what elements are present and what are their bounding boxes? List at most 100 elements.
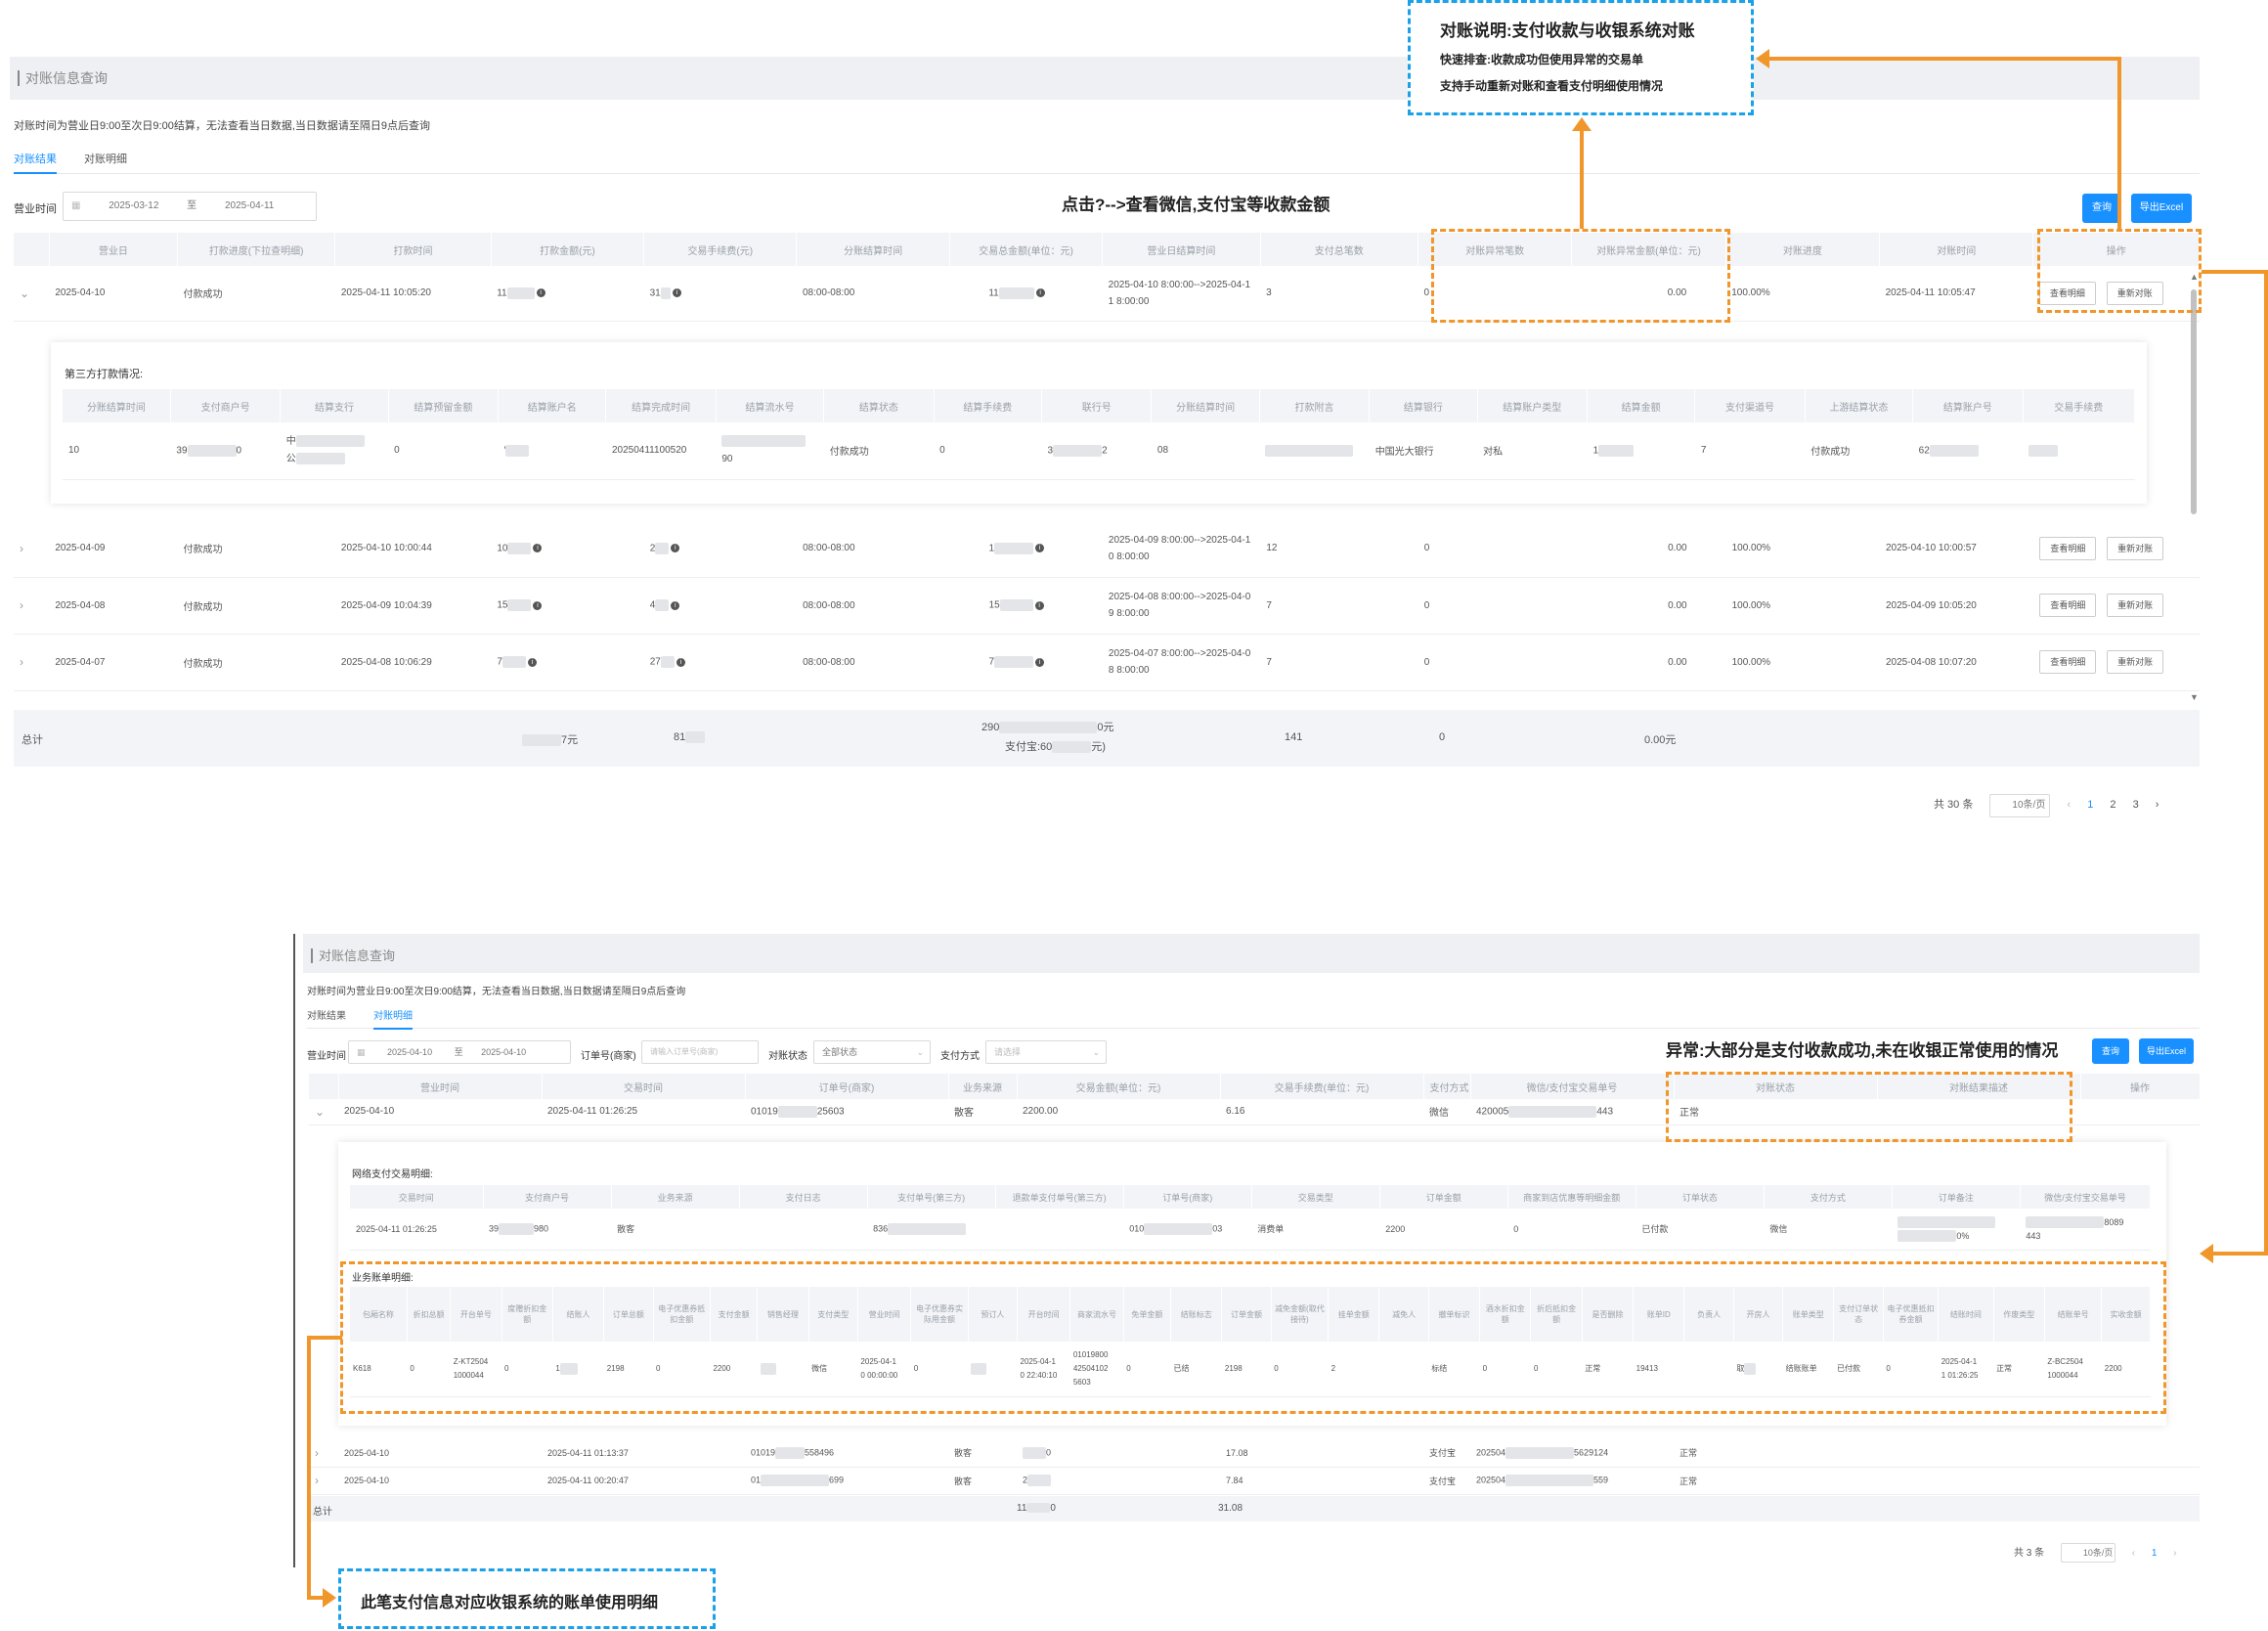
info-icon[interactable]: i	[527, 657, 537, 667]
tab-recon-detail[interactable]: 对账明细	[373, 1007, 413, 1030]
table-row: › 2025-04-10 2025-04-11 01:13:37 01019 55…	[309, 1439, 2200, 1468]
sub1-val: 010	[1129, 1223, 1145, 1234]
masked-value	[1897, 1216, 1996, 1229]
sub-th: 打款附言	[1259, 389, 1371, 422]
info-icon[interactable]: i	[671, 544, 680, 553]
cell-fee: 31 i	[643, 266, 797, 322]
re-recon-button[interactable]: 重新对账	[2107, 536, 2164, 560]
expand-toggle[interactable]: ⌄	[14, 266, 50, 322]
amount-value: 15	[497, 599, 508, 611]
bottom-tabs: 对账结果 对账明细	[307, 1007, 2200, 1030]
expand-toggle[interactable]: ›	[309, 1467, 338, 1495]
info-icon[interactable]: i	[676, 657, 685, 667]
page-size-select[interactable]: 10条/页	[2060, 1543, 2115, 1563]
expand-toggle[interactable]: ›	[14, 577, 50, 635]
sub-table: 分账结算时间 支付商户号 结算支行 结算预留金额 结算账户名 结算完成时间 结算流水号 结算状…	[63, 389, 2136, 480]
expand-toggle[interactable]: ›	[14, 520, 50, 578]
calendar-icon: ▦	[357, 1047, 366, 1057]
sub-val: 公	[285, 453, 296, 464]
bottom-export-button[interactable]: 导出Excel	[2139, 1038, 2194, 1064]
sub1-val: 836	[873, 1223, 889, 1234]
info-icon[interactable]: i	[536, 288, 545, 298]
tab-recon-detail[interactable]: 对账明细	[84, 151, 127, 172]
info-icon[interactable]: i	[533, 600, 543, 610]
tab-recon-result[interactable]: 对账结果	[14, 151, 57, 174]
page-1[interactable]: 1	[2087, 799, 2093, 811]
pagination-total: 共 3 条	[2014, 1548, 2045, 1559]
cell-fee: 4i	[643, 577, 798, 635]
cell-settle: 2025-04-09 8:00:00-->2025-04-1 0 8:00:00	[1102, 520, 1261, 578]
arrow-line	[2264, 270, 2268, 1254]
page-3[interactable]: 3	[2133, 799, 2139, 811]
next-page-icon[interactable]: ›	[2173, 1548, 2176, 1559]
top-scrollbar[interactable]: ▲ ▼	[2190, 272, 2199, 702]
th-action: 操作	[2080, 1074, 2201, 1099]
cell-pay: 支付宝	[1423, 1467, 1470, 1495]
sub-th: 结算账户号	[1912, 389, 2024, 422]
sub-cell: 0	[388, 422, 499, 480]
masked-value	[1023, 1446, 1046, 1459]
sub-th: 支付渠道号	[1694, 389, 1806, 422]
sub-cell: 39 0	[170, 422, 281, 480]
cell-count: 12	[1260, 520, 1418, 578]
pay-method-select[interactable]: 请选择 ⌄	[985, 1040, 1107, 1064]
info-icon[interactable]: i	[1035, 657, 1045, 667]
info-icon[interactable]: i	[533, 544, 543, 553]
bottom-panel-header: 对账信息查询	[303, 934, 2200, 973]
masked-value	[502, 656, 526, 668]
scroll-thumb[interactable]	[2191, 289, 2197, 514]
info-icon[interactable]: i	[1035, 288, 1045, 298]
chevron-right-icon: ›	[20, 541, 23, 555]
tab-recon-result[interactable]: 对账结果	[307, 1007, 346, 1028]
masked-value	[1265, 444, 1354, 457]
prev-page-icon[interactable]: ‹	[2132, 1548, 2135, 1559]
sub1-cell: 2025-04-11 01:26:25	[350, 1209, 484, 1251]
top-date-range[interactable]: ▦ 2025-03-12 至 2025-04-11	[63, 192, 317, 221]
page-1[interactable]: 1	[2152, 1548, 2158, 1559]
view-detail-button[interactable]: 查看明细	[2039, 650, 2097, 674]
top-export-button[interactable]: 导出Excel	[2131, 194, 2192, 223]
settle-line2: 8 8:00:00	[1108, 665, 1150, 676]
cell-action: 查看明细 重新对账	[2033, 520, 2200, 578]
re-recon-button[interactable]: 重新对账	[2107, 650, 2164, 674]
top-table: 营业日 打款进度(下拉查明细) 打款时间 打款金额(元) 交易手续费(元) 分账…	[14, 233, 2200, 322]
view-detail-button[interactable]: 查看明细	[2039, 594, 2097, 617]
prev-page-icon[interactable]: ‹	[2067, 799, 2071, 811]
bottom-pagination: 共 3 条 10条/页 ‹ 1 ›	[2014, 1543, 2177, 1563]
bottom-date-range[interactable]: ▦ 2025-04-10 至 2025-04-10	[348, 1040, 571, 1064]
expand-toggle[interactable]: ›	[14, 634, 50, 691]
masked-value	[998, 287, 1034, 299]
info-icon[interactable]: i	[671, 600, 680, 610]
total-fee: 81	[674, 731, 706, 744]
masked-value	[777, 1105, 817, 1118]
info-icon[interactable]: i	[1035, 544, 1045, 553]
th-recon-time: 对账时间	[1879, 233, 2034, 266]
masked-value	[295, 435, 365, 448]
order-search-input[interactable]: 请输入订单号(商家)	[641, 1040, 759, 1064]
highlight-business-detail	[340, 1261, 2166, 1414]
pagination-total: 共 30 条	[1934, 799, 1974, 811]
sub1-th: 交易时间	[350, 1185, 484, 1209]
expand-toggle[interactable]: ⌄	[309, 1099, 338, 1125]
cell-src: 散客	[948, 1439, 1017, 1468]
cell-action	[2080, 1467, 2200, 1495]
sub-th: 联行号	[1041, 389, 1153, 422]
scroll-down-icon[interactable]: ▼	[2190, 692, 2199, 702]
sub1-cell: 已付款	[1636, 1209, 1765, 1251]
cell-fee: 17.08	[1220, 1439, 1423, 1468]
re-recon-button[interactable]: 重新对账	[2107, 594, 2164, 617]
info-icon[interactable]: i	[1034, 600, 1044, 610]
page-2[interactable]: 2	[2110, 799, 2115, 811]
expand-toggle[interactable]: ›	[309, 1439, 338, 1468]
bottom-query-button[interactable]: 查询	[2092, 1038, 2129, 1064]
next-page-icon[interactable]: ›	[2156, 799, 2159, 811]
page-size-select[interactable]: 10条/页	[1989, 794, 2051, 817]
top-query-button[interactable]: 查询	[2082, 194, 2121, 223]
status-select[interactable]: 全部状态 ⌄	[813, 1040, 931, 1064]
sub-th: 结算账户名	[498, 389, 607, 422]
info-icon[interactable]: i	[672, 288, 681, 298]
sub1-cell: 010 03	[1123, 1209, 1252, 1251]
arrow-head-left-icon	[2200, 1244, 2213, 1263]
view-detail-button[interactable]: 查看明细	[2039, 536, 2097, 560]
txn-suffix: 443	[1596, 1106, 1614, 1118]
